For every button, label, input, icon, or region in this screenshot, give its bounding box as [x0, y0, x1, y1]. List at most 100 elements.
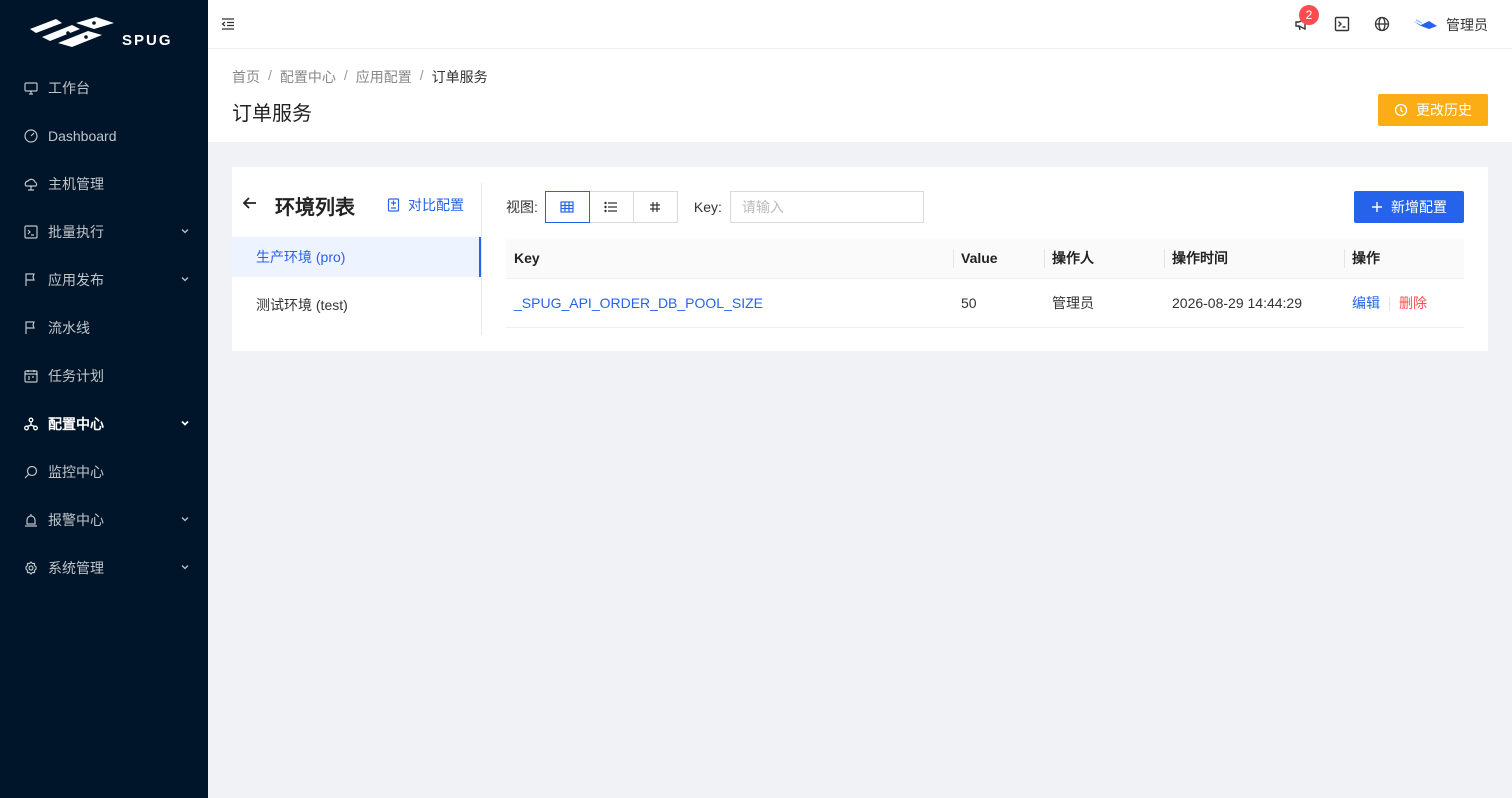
history-button-label: 更改历史	[1416, 102, 1472, 118]
history-icon	[1394, 103, 1408, 117]
alert-icon	[24, 513, 38, 527]
monitor-icon	[24, 465, 38, 479]
sidebar-item-schedule[interactable]: 任务计划	[0, 352, 208, 400]
config-table: Key Value 操作人 操作时间 操作 _SPUG_API_ORDER_DB…	[506, 239, 1464, 328]
cell-time: 2026-08-29 14:44:29	[1164, 278, 1344, 328]
deployment-icon	[24, 417, 38, 431]
column-header-operator: 操作人	[1044, 239, 1164, 279]
sidebar-item-dashboard[interactable]: Dashboard	[0, 112, 208, 160]
sidebar-item-label: 监控中心	[48, 464, 104, 480]
setting-icon	[24, 561, 38, 575]
sidebar-item-pipeline[interactable]: 流水线	[0, 304, 208, 352]
plus-icon	[1372, 202, 1382, 212]
sidebar-item-hosts[interactable]: 主机管理	[0, 160, 208, 208]
user-name[interactable]: 管理员	[1446, 15, 1488, 35]
code-icon	[24, 225, 38, 239]
sidebar-menu: 工作台 Dashboard 主机管理 批量执行 应用发布 流水线 任务计划 配置…	[0, 64, 208, 592]
compare-config-link[interactable]: 对比配置	[387, 195, 464, 215]
arrow-left-icon[interactable]	[242, 195, 258, 211]
env-header: 环境列表 对比配置	[232, 183, 482, 223]
number-icon	[650, 202, 661, 212]
edit-link[interactable]: 编辑	[1352, 295, 1380, 311]
env-item-pro[interactable]: 生产环境 (pro)	[232, 237, 482, 277]
unordered-list-icon	[604, 201, 618, 213]
delete-link[interactable]: 删除	[1399, 295, 1427, 311]
column-header-time: 操作时间	[1164, 239, 1344, 279]
sidebar-item-monitor[interactable]: 监控中心	[0, 448, 208, 496]
table-header-row: Key Value 操作人 操作时间 操作	[506, 239, 1464, 279]
sidebar-item-config-center[interactable]: 配置中心	[0, 400, 208, 448]
breadcrumb-item-app-config[interactable]: 应用配置	[356, 67, 412, 87]
flag-icon	[24, 273, 38, 287]
add-config-label: 新增配置	[1391, 199, 1447, 215]
breadcrumb-item-config[interactable]: 配置中心	[280, 67, 336, 87]
env-list: 生产环境 (pro) 测试环境 (test)	[232, 237, 482, 333]
sidebar-item-label: 报警中心	[48, 512, 104, 528]
config-key-link[interactable]: _SPUG_API_ORDER_DB_POOL_SIZE	[514, 295, 763, 311]
sidebar-item-label: 工作台	[48, 80, 90, 96]
top-header: 2 管理员	[208, 0, 1512, 49]
history-button[interactable]: 更改历史	[1378, 94, 1488, 126]
sidebar-item-label: Dashboard	[48, 128, 117, 144]
avatar[interactable]	[1412, 14, 1438, 34]
column-header-value: Value	[953, 239, 1044, 279]
config-card: 环境列表 对比配置 生产环境 (pro) 测试环境 (test) 视图: Key…	[232, 167, 1488, 351]
sidebar: SPUG 工作台 Dashboard 主机管理 批量执行 应用发布 流水线 任务…	[0, 0, 208, 798]
sidebar-item-system[interactable]: 系统管理	[0, 544, 208, 592]
view-number-button[interactable]	[632, 191, 678, 223]
cloud-server-icon	[24, 177, 38, 191]
sidebar-item-deploy[interactable]: 应用发布	[0, 256, 208, 304]
sidebar-item-label: 任务计划	[48, 368, 104, 384]
chevron-down-icon	[181, 229, 189, 234]
cell-operator: 管理员	[1044, 278, 1164, 328]
key-search-input[interactable]	[729, 191, 924, 223]
sidebar-item-label: 流水线	[48, 320, 90, 336]
add-config-button[interactable]: 新增配置	[1354, 191, 1464, 223]
env-panel: 环境列表 对比配置 生产环境 (pro) 测试环境 (test)	[232, 167, 482, 351]
column-header-actions: 操作	[1344, 239, 1464, 279]
breadcrumb-separator: /	[268, 67, 272, 83]
notification-badge: 2	[1299, 5, 1319, 25]
page-header: 首页 / 配置中心 / 应用配置 / 订单服务 订单服务 更改历史	[208, 49, 1512, 142]
menu-fold-icon[interactable]	[218, 14, 238, 34]
chevron-down-icon	[181, 277, 189, 282]
schedule-icon	[24, 369, 38, 383]
breadcrumb-item-home[interactable]: 首页	[232, 67, 260, 87]
chevron-down-icon	[181, 517, 189, 522]
chevron-down-icon	[181, 565, 189, 570]
logo: SPUG	[0, 0, 208, 64]
view-table-button[interactable]	[544, 191, 590, 223]
cell-value: 50	[953, 278, 1044, 328]
breadcrumb-separator: /	[419, 67, 424, 83]
page-title: 订单服务	[232, 103, 312, 125]
env-list-title: 环境列表	[275, 197, 355, 219]
flag-icon	[24, 321, 38, 335]
toolbar: 视图: Key:	[506, 191, 924, 223]
breadcrumb-separator: /	[343, 67, 348, 83]
view-switch	[544, 191, 678, 223]
cell-actions: 编辑 删除	[1344, 278, 1464, 328]
compare-config-label: 对比配置	[408, 197, 464, 213]
breadcrumb: 首页 / 配置中心 / 应用配置 / 订单服务	[232, 67, 488, 87]
panel-divider	[481, 183, 482, 335]
sidebar-item-batch-exec[interactable]: 批量执行	[0, 208, 208, 256]
spug-logo-icon	[30, 17, 114, 47]
brand-name: SPUG	[122, 32, 173, 49]
diff-icon	[387, 198, 400, 212]
table-row: _SPUG_API_ORDER_DB_POOL_SIZE 50 管理员 2026…	[506, 278, 1464, 328]
column-header-key: Key	[506, 239, 953, 279]
view-list-button[interactable]	[588, 191, 634, 223]
sidebar-item-label: 主机管理	[48, 176, 104, 192]
desktop-icon	[24, 81, 38, 95]
sidebar-item-label: 系统管理	[48, 560, 104, 576]
terminal-icon[interactable]	[1332, 14, 1352, 34]
sidebar-item-alert[interactable]: 报警中心	[0, 496, 208, 544]
table-icon	[560, 201, 574, 213]
view-label: 视图:	[506, 199, 538, 215]
breadcrumb-item-current: 订单服务	[431, 69, 488, 85]
env-item-test[interactable]: 测试环境 (test)	[232, 285, 482, 325]
key-label: Key:	[693, 199, 722, 215]
sidebar-item-label: 批量执行	[48, 224, 104, 240]
globe-icon[interactable]	[1372, 14, 1392, 34]
sidebar-item-workbench[interactable]: 工作台	[0, 64, 208, 112]
